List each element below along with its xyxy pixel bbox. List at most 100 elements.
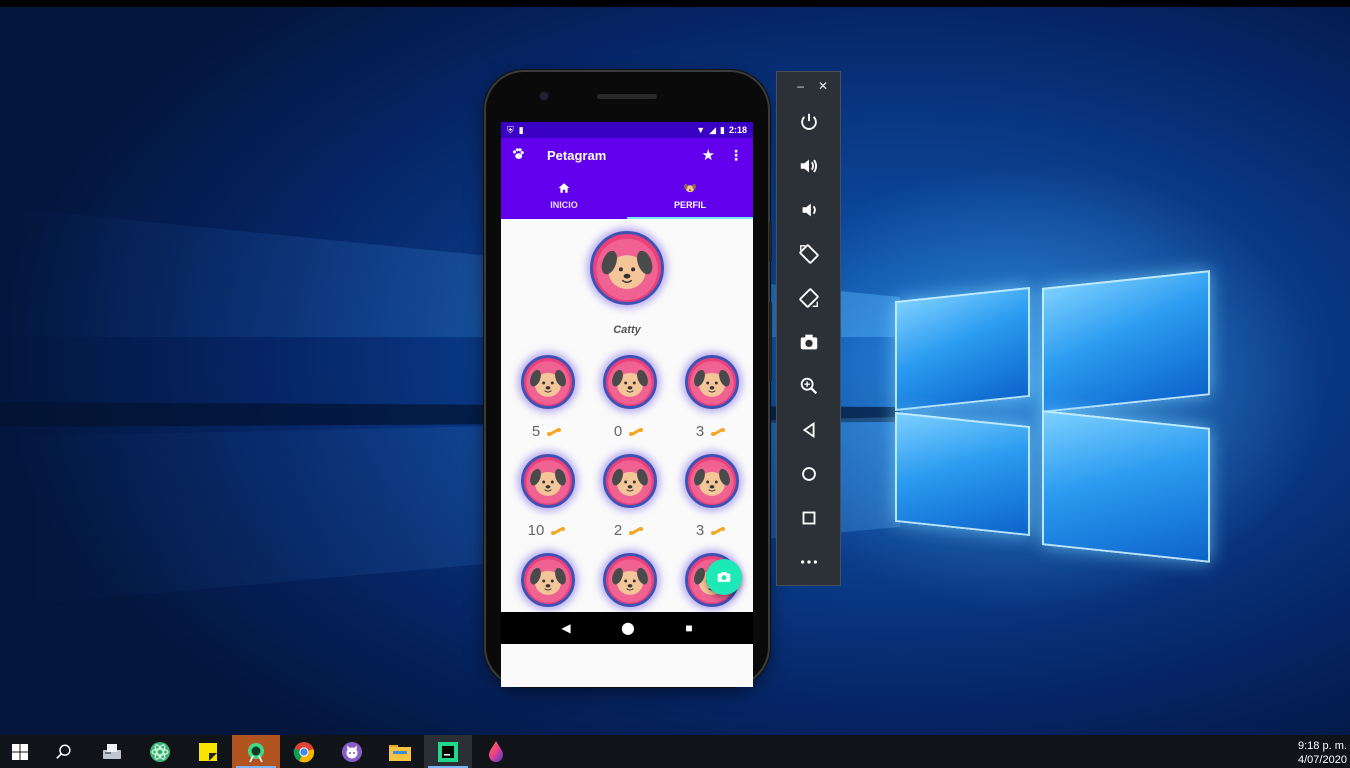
pet-photo [521,355,575,409]
android-nav-bar: ◀ ⬤ ■ [501,612,753,644]
file-explorer-app[interactable] [376,735,424,768]
power-button[interactable] [777,100,840,144]
bone-icon [711,526,726,535]
bone-icon [629,427,644,436]
system-clock[interactable]: 9:18 p. m. 4/07/2020 [1298,739,1350,767]
app-title: Petagram [547,147,607,163]
tab-perfil[interactable]: PERFIL [627,172,753,219]
clock-time: 9:18 p. m. [1298,740,1347,752]
camera-icon [717,572,731,582]
emulator-toolbar: – ✕ [776,71,841,586]
camera-fab[interactable] [706,559,742,595]
dog-face-icon [612,468,648,496]
chrome-icon [293,741,315,762]
profile-name: Catty [613,324,641,336]
dog-icon [683,182,697,196]
bone-icon [711,427,726,436]
tab-inicio[interactable]: INICIO [501,172,627,219]
atom-icon [150,741,170,762]
tab-inicio-label: INICIO [550,199,578,210]
pycharm-icon [438,741,458,762]
overflow-menu-icon[interactable]: ⋮ [729,147,743,164]
dog-face-icon [694,369,730,397]
home-icon [558,182,570,196]
status-time: 2:18 [728,125,747,135]
back-icon [802,421,814,439]
rotate-left-button[interactable] [777,232,840,276]
rotate-right-icon [798,288,819,308]
like-count: 10 [527,522,545,539]
screenshot-button[interactable] [777,320,840,364]
fax-app[interactable] [88,735,136,768]
more-icon [800,560,817,564]
phone-frame: ⛨ ▮ ▼ ◢ ▮ 2:18 Petagram ★ ⋮ INICIO PERFI… [486,72,772,687]
like-count: 2 [613,522,623,539]
minimize-icon[interactable]: – [797,79,804,93]
signal-icon: ◢ [709,124,717,135]
atom-app[interactable] [136,735,184,768]
search-icon [56,744,71,759]
close-icon[interactable]: ✕ [818,79,828,93]
more-button[interactable] [777,540,840,584]
dog-face-icon [530,567,566,595]
like-count: 5 [531,423,541,440]
windows-taskbar: 9:18 p. m. 4/07/2020 [0,735,1350,768]
android-status-bar: ⛨ ▮ ▼ ◢ ▮ 2:18 [501,122,753,138]
battery-icon: ▮ [720,124,725,135]
like-count: 3 [695,522,705,539]
tab-perfil-label: PERFIL [673,199,706,210]
sticky-notes-app[interactable] [184,735,232,768]
favorites-star-icon[interactable]: ★ [702,146,715,164]
volume-down-button[interactable] [777,188,840,232]
search-button[interactable] [40,735,88,768]
rotate-right-button[interactable] [777,276,840,320]
dog-face-icon [694,468,730,496]
paw-icon [511,147,529,164]
pet-photo [685,355,739,409]
front-camera [540,92,548,100]
volume-up-button[interactable] [777,144,840,188]
paint-drop-app[interactable] [472,735,520,768]
github-desktop-app[interactable] [328,735,376,768]
dog-face-icon [601,250,653,290]
paint-drop-icon [489,740,503,762]
back-icon[interactable]: ◀ [561,621,570,635]
android-studio-icon [248,742,264,762]
wifi-icon: ▼ [696,125,706,135]
power-side-button[interactable] [769,222,772,262]
bone-icon [551,526,566,535]
recents-icon[interactable]: ■ [685,621,692,635]
start-button[interactable] [0,735,40,768]
shield-icon: ⛨ [507,124,514,135]
pet-photo [603,553,657,607]
dog-face-icon [612,567,648,595]
earpiece-speaker [597,94,657,99]
pycharm-app[interactable] [424,735,472,768]
profile-avatar[interactable] [590,231,664,305]
zoom-button[interactable] [777,364,840,408]
android-studio-app[interactable] [232,735,280,768]
power-icon [800,113,817,130]
like-count: 0 [613,423,623,440]
sticky-notes-icon [199,742,217,761]
home-circle-icon[interactable]: ⬤ [621,621,634,635]
home-icon [801,467,816,481]
volume-up-icon [800,159,817,173]
like-count: 3 [695,423,705,440]
back-button[interactable] [777,408,840,452]
rotate-left-icon [798,244,819,264]
fax-icon [103,743,121,759]
clock-date: 4/07/2020 [1298,754,1347,766]
volume-side-button[interactable] [769,302,772,382]
pet-photo [685,454,739,508]
phone-screen: ⛨ ▮ ▼ ◢ ▮ 2:18 Petagram ★ ⋮ INICIO PERFI… [501,122,753,687]
pet-photo [603,355,657,409]
windows-start-icon [12,743,28,760]
file-explorer-icon [389,744,411,761]
chrome-app[interactable] [280,735,328,768]
home-button[interactable] [777,452,840,496]
dog-face-icon [530,468,566,496]
windows-logo [895,259,1215,579]
overview-button[interactable] [777,496,840,540]
dog-face-icon [612,369,648,397]
